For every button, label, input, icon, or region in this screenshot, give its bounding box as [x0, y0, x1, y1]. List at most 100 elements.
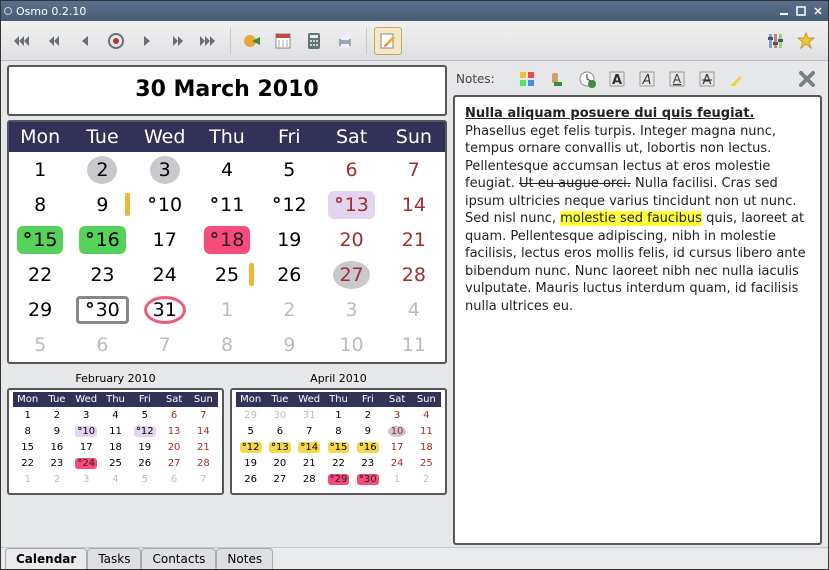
day-cell[interactable]: 13	[320, 187, 382, 222]
mini-day-cell[interactable]: 4	[101, 471, 130, 487]
mini-day-cell[interactable]: 5	[130, 471, 159, 487]
day-cell[interactable]: 15	[9, 222, 71, 257]
window-menu-icon[interactable]	[4, 7, 12, 15]
underline-button[interactable]: A	[665, 67, 689, 91]
edit-note-button[interactable]	[374, 27, 402, 55]
day-cell[interactable]: 1	[9, 152, 71, 187]
day-cell[interactable]: 8	[196, 327, 258, 362]
mini-day-cell[interactable]: 26	[130, 455, 159, 471]
day-cell[interactable]: 31	[134, 292, 196, 327]
mini-day-cell[interactable]: 1	[324, 407, 353, 423]
day-cell[interactable]: 7	[383, 152, 445, 187]
day-cell[interactable]: 27	[320, 257, 382, 292]
day-cell[interactable]: 9	[71, 187, 133, 222]
day-cell[interactable]: 28	[383, 257, 445, 292]
day-cell[interactable]: 19	[258, 222, 320, 257]
mini-day-cell[interactable]: 10	[72, 423, 101, 439]
mini-day-cell[interactable]: 18	[101, 439, 130, 455]
mini-day-cell[interactable]: 6	[159, 471, 188, 487]
note-text-area[interactable]: Nulla aliquam posuere dui quis feugiat. …	[453, 95, 822, 545]
tab-tasks[interactable]: Tasks	[87, 548, 141, 569]
day-cell[interactable]: 11	[196, 187, 258, 222]
mini-day-cell[interactable]: 13	[159, 423, 188, 439]
mini-day-cell[interactable]: 16	[42, 439, 71, 455]
mini-day-cell[interactable]: 19	[236, 455, 265, 471]
mini-day-cell[interactable]: 7	[189, 407, 218, 423]
mini-day-cell[interactable]: 29	[236, 407, 265, 423]
day-cell[interactable]: 3	[320, 292, 382, 327]
mini-day-cell[interactable]: 12	[236, 439, 265, 455]
mini-day-cell[interactable]: 31	[295, 407, 324, 423]
close-button[interactable]	[811, 4, 825, 18]
mini-day-cell[interactable]: 23	[353, 455, 382, 471]
day-cell[interactable]: 10	[134, 187, 196, 222]
mini-day-cell[interactable]: 15	[324, 439, 353, 455]
mini-day-cell[interactable]: 24	[72, 455, 101, 471]
mini-day-cell[interactable]: 11	[101, 423, 130, 439]
mini-day-cell[interactable]: 14	[189, 423, 218, 439]
mini-day-cell[interactable]: 9	[353, 423, 382, 439]
mini-day-cell[interactable]: 5	[236, 423, 265, 439]
mini-day-cell[interactable]: 23	[42, 455, 71, 471]
mini-day-cell[interactable]: 17	[382, 439, 411, 455]
mini-day-cell[interactable]: 6	[159, 407, 188, 423]
mini-day-cell[interactable]: 29	[324, 471, 353, 487]
mini-day-cell[interactable]: 13	[265, 439, 294, 455]
day-cell[interactable]: 11	[383, 327, 445, 362]
strike-button[interactable]: A	[695, 67, 719, 91]
mini-day-cell[interactable]: 12	[130, 423, 159, 439]
day-cell[interactable]: 16	[71, 222, 133, 257]
full-year-button[interactable]	[269, 27, 297, 55]
mini-day-cell[interactable]: 17	[72, 439, 101, 455]
mini-day-cell[interactable]: 26	[236, 471, 265, 487]
day-cell[interactable]: 25	[196, 257, 258, 292]
mini-day-cell[interactable]: 20	[265, 455, 294, 471]
mini-day-cell[interactable]: 28	[189, 455, 218, 471]
day-cell[interactable]: 18	[196, 222, 258, 257]
mini-day-cell[interactable]: 3	[72, 407, 101, 423]
next-month-button[interactable]	[133, 27, 161, 55]
mini-day-cell[interactable]: 22	[324, 455, 353, 471]
mini-day-cell[interactable]: 25	[101, 455, 130, 471]
mini-day-cell[interactable]: 20	[159, 439, 188, 455]
mini-day-cell[interactable]: 28	[295, 471, 324, 487]
day-cell[interactable]: 9	[258, 327, 320, 362]
day-cell[interactable]: 26	[258, 257, 320, 292]
mini-day-cell[interactable]: 15	[13, 439, 42, 455]
mini-day-cell[interactable]: 30	[353, 471, 382, 487]
mini-day-cell[interactable]: 19	[130, 439, 159, 455]
mini-day-cell[interactable]: 2	[412, 471, 441, 487]
day-cell[interactable]: 4	[383, 292, 445, 327]
mini-day-cell[interactable]: 9	[42, 423, 71, 439]
day-cell[interactable]: 2	[71, 152, 133, 187]
mini-day-cell[interactable]: 3	[382, 407, 411, 423]
mini-day-cell[interactable]: 25	[412, 455, 441, 471]
prev-month-button[interactable]	[71, 27, 99, 55]
delete-note-button[interactable]	[795, 67, 819, 91]
minimize-button[interactable]	[777, 4, 791, 18]
mini-day-cell[interactable]: 21	[295, 455, 324, 471]
day-cell[interactable]: 29	[9, 292, 71, 327]
mini-day-cell[interactable]: 14	[295, 439, 324, 455]
today-button[interactable]	[102, 27, 130, 55]
day-cell[interactable]: 14	[383, 187, 445, 222]
italic-button[interactable]: A	[635, 67, 659, 91]
highlight-button[interactable]	[725, 67, 749, 91]
day-cell[interactable]: 24	[134, 257, 196, 292]
mini-day-cell[interactable]: 4	[412, 407, 441, 423]
day-cell[interactable]: 10	[320, 327, 382, 362]
bold-button[interactable]: A	[605, 67, 629, 91]
day-cell[interactable]: 6	[71, 327, 133, 362]
print-button[interactable]	[331, 27, 359, 55]
day-cell[interactable]: 20	[320, 222, 382, 257]
tab-calendar[interactable]: Calendar	[5, 548, 87, 569]
day-cell[interactable]: 30	[71, 292, 133, 327]
mini-day-cell[interactable]: 1	[382, 471, 411, 487]
mini-day-cell[interactable]: 16	[353, 439, 382, 455]
mini-day-cell[interactable]: 18	[412, 439, 441, 455]
day-cell[interactable]: 7	[134, 327, 196, 362]
next-year-button[interactable]	[164, 27, 192, 55]
about-button[interactable]	[792, 27, 820, 55]
mini-day-cell[interactable]: 8	[13, 423, 42, 439]
day-cell[interactable]: 22	[9, 257, 71, 292]
